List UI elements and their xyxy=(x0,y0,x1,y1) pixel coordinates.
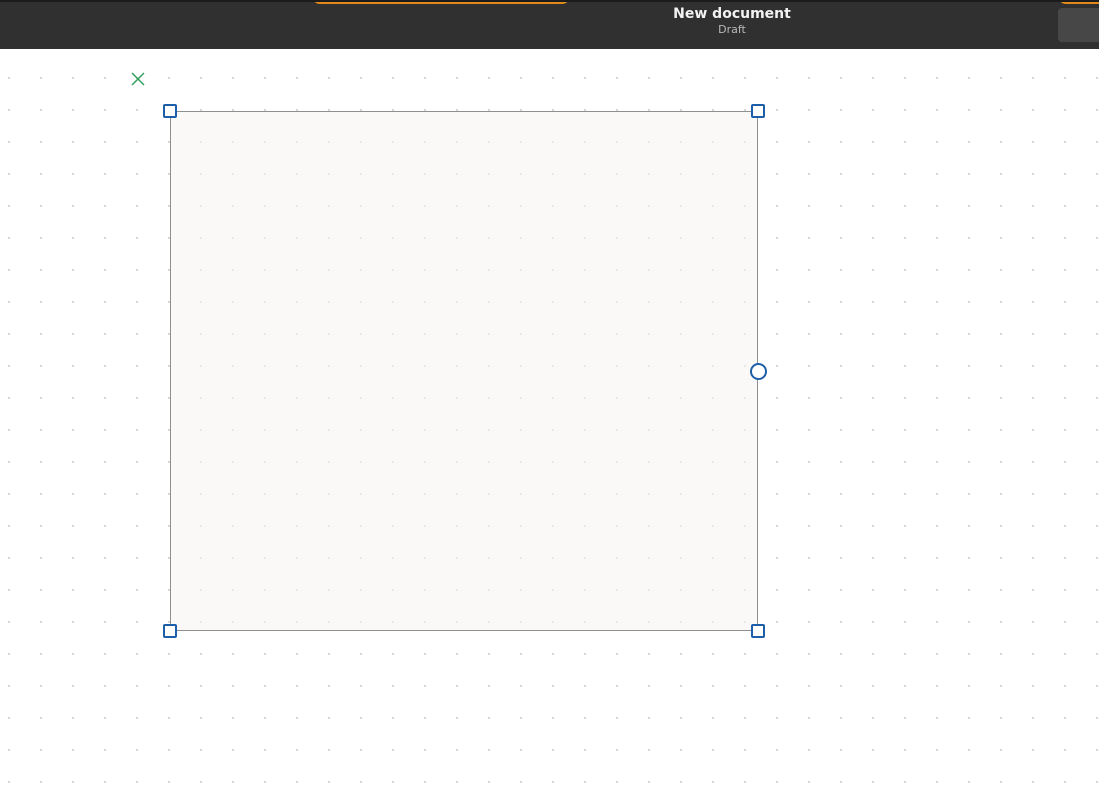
top-bar: New document Draft xyxy=(0,0,1099,49)
close-icon[interactable] xyxy=(130,71,146,87)
edge-handle-right[interactable] xyxy=(750,363,767,380)
toolbar-button[interactable] xyxy=(1058,8,1099,42)
tab-accent-left xyxy=(312,2,570,4)
document-status: Draft xyxy=(718,23,746,36)
resize-handle-top-left[interactable] xyxy=(163,104,177,118)
selected-shape[interactable] xyxy=(170,111,758,631)
resize-handle-bottom-left[interactable] xyxy=(163,624,177,638)
document-title: New document xyxy=(673,6,791,22)
document-title-block[interactable]: New document Draft xyxy=(632,7,832,35)
resize-handle-top-right[interactable] xyxy=(751,104,765,118)
resize-handle-bottom-right[interactable] xyxy=(751,624,765,638)
tab-accent-right xyxy=(1058,2,1099,4)
